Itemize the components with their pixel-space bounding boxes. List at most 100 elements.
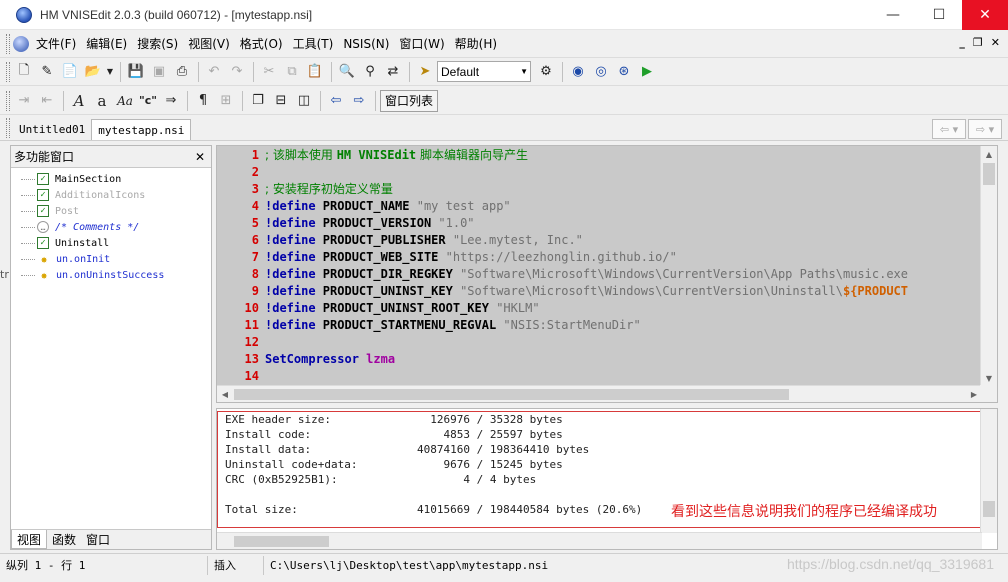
code-area[interactable]: 1 ; 该脚本使用 HM VNISEdit 脚本编辑器向导产生 2 3 ; 安装程序初始… bbox=[217, 146, 982, 387]
tab-prev-button[interactable]: ⇦ ▾ bbox=[932, 119, 966, 139]
uppercase-icon[interactable]: A bbox=[68, 90, 90, 112]
paragraph-icon[interactable]: ¶ bbox=[192, 90, 214, 112]
window-list-button[interactable]: 窗口列表 bbox=[380, 89, 439, 112]
undo-icon[interactable]: ↶ bbox=[203, 61, 225, 83]
mdi-close-button[interactable]: ✕ bbox=[991, 36, 1000, 49]
tree-item[interactable]: ✓ AdditionalIcons bbox=[21, 187, 211, 203]
test-installer-icon[interactable]: ⊛ bbox=[613, 61, 635, 83]
scroll-left-icon[interactable]: ◀ bbox=[217, 386, 233, 402]
scroll-thumb[interactable] bbox=[234, 389, 789, 400]
menu-grip[interactable] bbox=[6, 33, 10, 54]
settings-icon[interactable]: ⚙ bbox=[535, 61, 557, 83]
output-vertical-scrollbar[interactable] bbox=[980, 409, 997, 533]
next-window-icon[interactable]: ⇨ bbox=[348, 90, 370, 112]
checkbox-icon[interactable]: ✓ bbox=[37, 173, 49, 185]
editor-horizontal-scrollbar[interactable]: ◀ ▶ bbox=[217, 385, 982, 402]
indent-icon[interactable]: ⇥ bbox=[13, 90, 35, 112]
whitespace-icon[interactable]: ⊞ bbox=[215, 90, 237, 112]
quote-icon[interactable]: "c" bbox=[137, 90, 159, 112]
code-editor[interactable]: 1 ; 该脚本使用 HM VNISEdit 脚本编辑器向导产生 2 3 ; 安装程序初始… bbox=[216, 145, 998, 403]
maximize-button[interactable]: ☐ bbox=[916, 0, 962, 30]
scroll-thumb[interactable] bbox=[983, 501, 995, 517]
menu-file[interactable]: 文件(F) bbox=[31, 33, 81, 55]
code-line[interactable]: 4 !define PRODUCT_NAME "my test app" bbox=[217, 197, 982, 214]
tree-item[interactable]: ✓ Uninstall bbox=[21, 235, 211, 251]
toolbar-grip[interactable] bbox=[6, 90, 10, 111]
tab-windows[interactable]: 窗口 bbox=[81, 530, 115, 549]
scroll-thumb[interactable] bbox=[234, 536, 329, 547]
document-icon[interactable] bbox=[13, 35, 29, 52]
tile-vertical-icon[interactable]: ◫ bbox=[293, 90, 315, 112]
wizard-icon[interactable]: ✎ bbox=[36, 61, 58, 83]
scroll-thumb[interactable] bbox=[983, 163, 995, 185]
panel-close-icon[interactable]: ✕ bbox=[195, 150, 205, 164]
tab-untitled01[interactable]: Untitled01 bbox=[13, 119, 91, 140]
tab-mytestapp[interactable]: mytestapp.nsi bbox=[91, 119, 192, 140]
close-button[interactable]: ✕ bbox=[962, 0, 1008, 30]
mdi-minimize-button[interactable]: _ bbox=[959, 36, 965, 49]
code-line[interactable]: 8 !define PRODUCT_DIR_REGKEY "Software\Mi… bbox=[217, 265, 982, 282]
dropdown-arrow-icon[interactable]: ▼ bbox=[105, 61, 115, 83]
tab-next-button[interactable]: ⇨ ▾ bbox=[968, 119, 1002, 139]
tree-item[interactable]: ✸ un.onInit bbox=[21, 251, 211, 267]
menu-help[interactable]: 帮助(H) bbox=[450, 33, 502, 55]
code-line[interactable]: 12 bbox=[217, 333, 982, 350]
outdent-icon[interactable]: ⇤ bbox=[36, 90, 58, 112]
checkbox-icon[interactable]: ✓ bbox=[37, 189, 49, 201]
checkbox-icon[interactable]: ✓ bbox=[37, 205, 49, 217]
tile-horizontal-icon[interactable]: ⊟ bbox=[270, 90, 292, 112]
mdi-restore-button[interactable]: ❐ bbox=[973, 36, 983, 49]
scroll-down-icon[interactable]: ▼ bbox=[981, 370, 997, 386]
code-line[interactable]: 2 bbox=[217, 163, 982, 180]
tab-view[interactable]: 视图 bbox=[11, 530, 48, 549]
app-icon[interactable] bbox=[16, 6, 32, 23]
code-line[interactable]: 14 bbox=[217, 367, 982, 384]
goto-line-icon[interactable]: ➤ bbox=[414, 61, 436, 83]
save-all-icon[interactable]: ▣ bbox=[148, 61, 170, 83]
template-icon[interactable]: 📄 bbox=[59, 61, 81, 83]
run-icon[interactable]: ▶ bbox=[636, 61, 658, 83]
code-line[interactable]: 9 !define PRODUCT_UNINST_KEY "Software\Mi… bbox=[217, 282, 982, 299]
output-horizontal-scrollbar[interactable] bbox=[217, 532, 982, 549]
tree-item[interactable]: … /* Comments */ bbox=[21, 219, 211, 235]
scroll-up-icon[interactable]: ▲ bbox=[981, 146, 997, 162]
menu-search[interactable]: 搜索(S) bbox=[132, 33, 183, 55]
checkbox-icon[interactable]: ✓ bbox=[37, 237, 49, 249]
compile-run-icon[interactable]: ◎ bbox=[590, 61, 612, 83]
tree-item[interactable]: ✓ Post bbox=[21, 203, 211, 219]
paste-icon[interactable]: 📋 bbox=[304, 61, 326, 83]
replace-icon[interactable]: ⇄ bbox=[382, 61, 404, 83]
code-line[interactable]: 10 !define PRODUCT_UNINST_ROOT_KEY "HKLM" bbox=[217, 299, 982, 316]
print-icon[interactable]: ⎙ bbox=[171, 61, 193, 83]
previous-window-icon[interactable]: ⇦ bbox=[325, 90, 347, 112]
find-next-icon[interactable]: ⚲ bbox=[359, 61, 381, 83]
style-combo[interactable]: Default ▼ bbox=[437, 61, 531, 82]
editor-vertical-scrollbar[interactable]: ▲ ▼ bbox=[980, 146, 997, 386]
code-line[interactable]: 11 !define PRODUCT_STARTMENU_REGVAL "NSIS… bbox=[217, 316, 982, 333]
tree-item[interactable]: ✸ un.onUninstSuccess bbox=[21, 267, 211, 283]
menu-view[interactable]: 视图(V) bbox=[183, 33, 235, 55]
menu-nsis[interactable]: NSIS(N) bbox=[338, 33, 394, 55]
open-folder-icon[interactable]: 📂 bbox=[82, 61, 104, 83]
menu-window[interactable]: 窗口(W) bbox=[394, 33, 449, 55]
toggle-case-icon[interactable]: Aa bbox=[114, 90, 136, 112]
copy-icon[interactable]: ⧉ bbox=[281, 61, 303, 83]
redo-icon[interactable]: ↷ bbox=[226, 61, 248, 83]
cascade-icon[interactable]: ❐ bbox=[247, 90, 269, 112]
wrap-icon[interactable]: ⇒ bbox=[160, 90, 182, 112]
new-file-icon[interactable]: 🗋 bbox=[13, 61, 35, 83]
menu-edit[interactable]: 编辑(E) bbox=[81, 33, 132, 55]
toolbar-grip[interactable] bbox=[6, 61, 10, 82]
cut-icon[interactable]: ✂ bbox=[258, 61, 280, 83]
find-icon[interactable]: 🔍 bbox=[336, 61, 358, 83]
tree-item[interactable]: ✓ MainSection bbox=[21, 171, 211, 187]
save-icon[interactable]: 💾 bbox=[125, 61, 147, 83]
lowercase-icon[interactable]: a bbox=[91, 90, 113, 112]
menu-tools[interactable]: 工具(T) bbox=[288, 33, 339, 55]
code-line[interactable]: 6 !define PRODUCT_PUBLISHER "Lee.mytest, … bbox=[217, 231, 982, 248]
code-line[interactable]: 5 !define PRODUCT_VERSION "1.0" bbox=[217, 214, 982, 231]
code-line[interactable]: 13 SetCompressor lzma bbox=[217, 350, 982, 367]
code-line[interactable]: 3 ; 安装程序初始定义常量 bbox=[217, 180, 982, 197]
menu-format[interactable]: 格式(O) bbox=[235, 33, 288, 55]
compile-icon[interactable]: ◉ bbox=[567, 61, 589, 83]
